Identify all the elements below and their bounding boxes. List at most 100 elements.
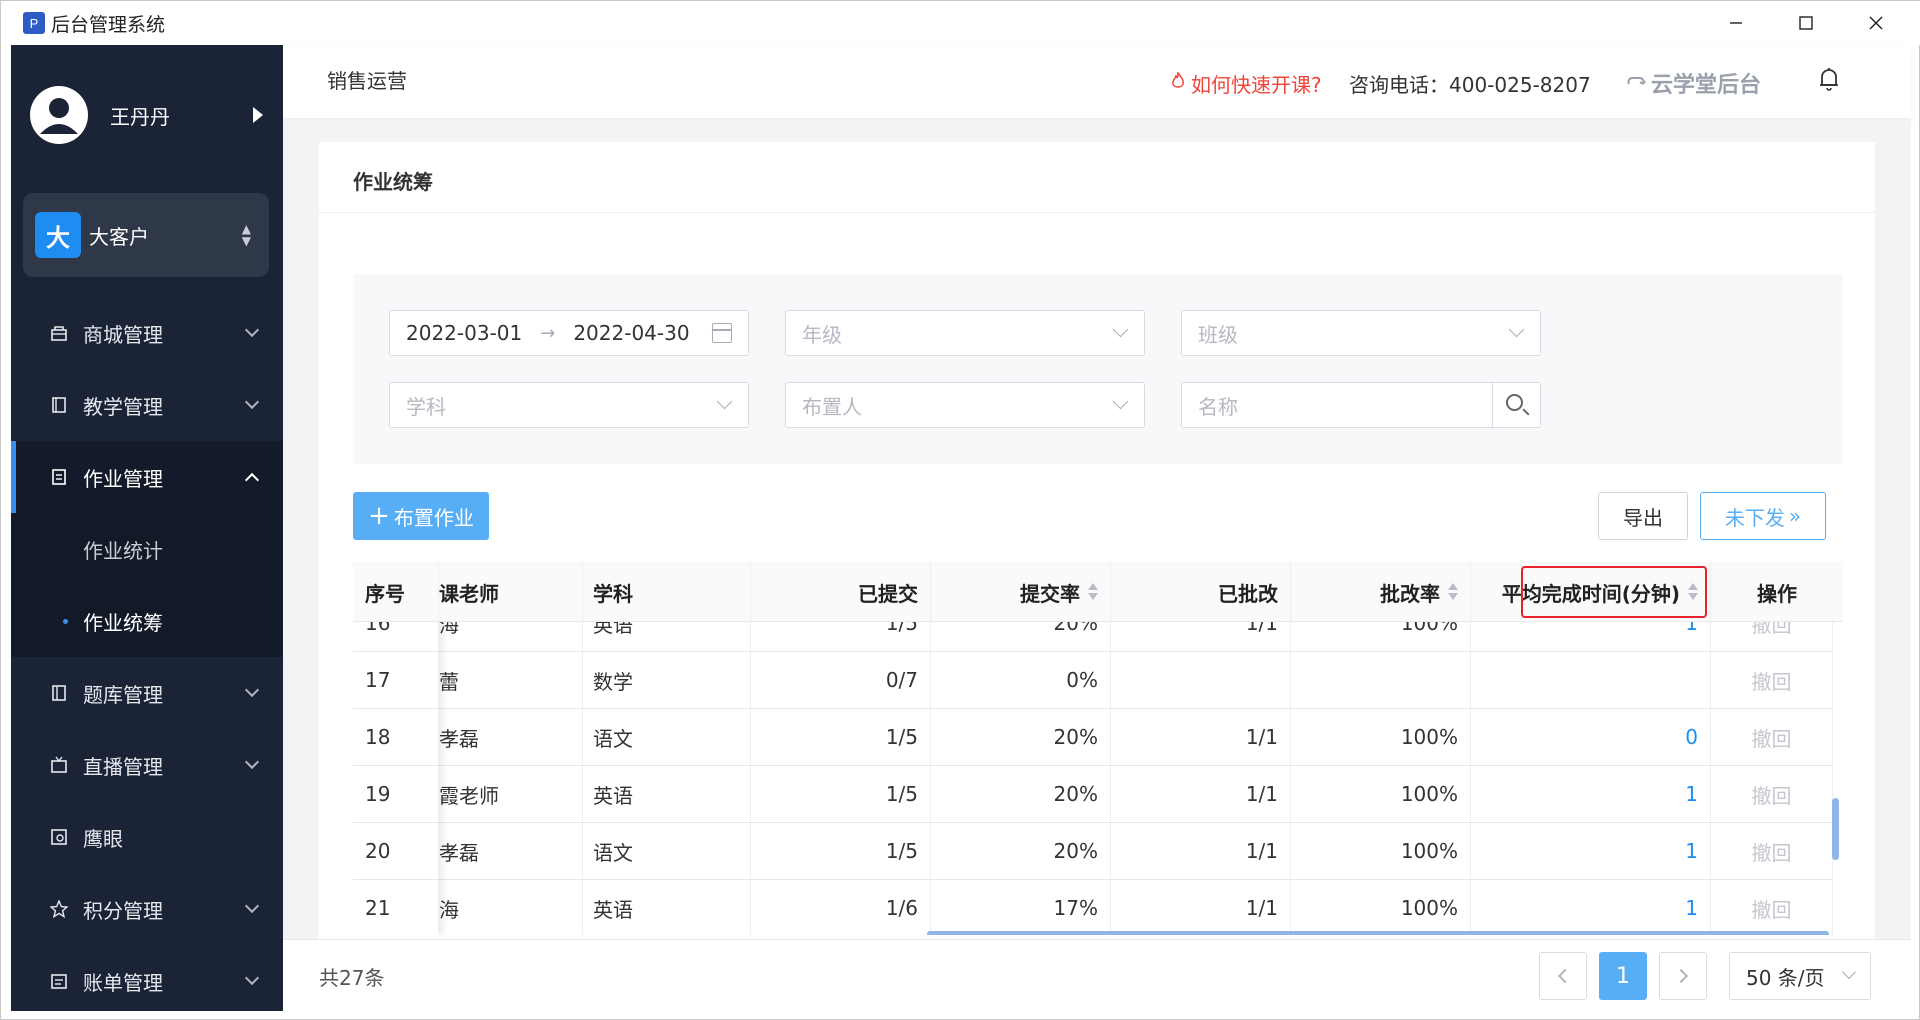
sidebar-item-shop[interactable]: 商城管理	[11, 297, 283, 369]
homework-icon	[49, 467, 69, 487]
sidebar-item-label: 直播管理	[83, 754, 163, 779]
avatar	[30, 86, 88, 144]
cell-op[interactable]: 撤回	[1711, 651, 1833, 709]
chevron-down-icon	[716, 393, 733, 410]
cloud-loop-icon	[1625, 71, 1647, 95]
maximize-button[interactable]	[1771, 1, 1841, 45]
caret-right-icon[interactable]	[253, 107, 263, 123]
help-link[interactable]: 如何快速开课?	[1171, 69, 1322, 98]
plus-icon: +	[368, 501, 390, 531]
cell-no: 21	[353, 879, 439, 935]
cell-graded: 1/1	[1111, 822, 1291, 880]
name-search-input[interactable]: 名称	[1181, 382, 1493, 428]
title-bar: P 后台管理系统	[1, 1, 1920, 45]
assign-homework-button[interactable]: + 布置作业	[353, 492, 489, 540]
cell-graded: 1/1	[1111, 708, 1291, 766]
sidebar-subitem-homework-stats[interactable]: 作业统计	[11, 513, 283, 585]
calendar-icon	[712, 323, 732, 343]
sidebar-item-question-bank[interactable]: 题库管理	[11, 657, 283, 729]
cell-subject: 语文	[583, 822, 751, 880]
date-range-picker[interactable]: 2022-03-01 → 2022-04-30	[389, 310, 749, 356]
cell-op[interactable]: 撤回	[1711, 765, 1833, 823]
sidebar-subitem-homework-plan[interactable]: 作业统筹	[11, 585, 283, 657]
divider	[319, 212, 1875, 213]
app-icon: P	[23, 12, 45, 34]
sidebar-item-eagle-eye[interactable]: 鹰眼	[11, 801, 283, 873]
search-button[interactable]	[1493, 382, 1541, 428]
col-header-graded: 已批改	[1111, 562, 1291, 622]
sidebar-item-label: 积分管理	[83, 898, 163, 923]
book-icon	[49, 395, 69, 415]
sidebar-item-bill[interactable]: 账单管理	[11, 945, 283, 1011]
cell-avg-time[interactable]: 1	[1471, 765, 1711, 823]
consult-phone: 咨询电话：400-025-8207	[1349, 73, 1591, 97]
assign-homework-label: 布置作业	[393, 505, 474, 530]
cell-grade-rate: 100%	[1291, 765, 1471, 823]
cell-op[interactable]: 撤回	[1711, 879, 1833, 935]
vertical-scrollbar[interactable]	[1832, 798, 1839, 860]
page-number-current[interactable]: 1	[1599, 952, 1647, 1000]
grade-placeholder: 年级	[802, 322, 842, 347]
eagle-eye-icon	[49, 827, 69, 847]
sidebar-item-label: 作业管理	[83, 466, 163, 491]
cell-rate: 17%	[931, 879, 1111, 935]
table-row: 20 孝磊 语文 1/5 20% 1/1 100% 1 撤回	[353, 822, 1833, 880]
grade-select[interactable]: 年级	[785, 310, 1145, 356]
export-button[interactable]: 导出	[1598, 492, 1688, 540]
bill-icon	[49, 971, 69, 991]
next-page-button[interactable]	[1659, 952, 1707, 1000]
cell-grade-rate: 100%	[1291, 879, 1471, 935]
star-icon	[49, 899, 69, 919]
sidebar-item-homework[interactable]: 作业管理	[11, 441, 283, 513]
col-header-grade-rate[interactable]: 批改率	[1291, 562, 1471, 622]
sidebar-item-teaching[interactable]: 教学管理	[11, 369, 283, 441]
cell-rate: 0%	[931, 651, 1111, 709]
user-profile[interactable]: 王丹丹	[11, 45, 283, 185]
minimize-button[interactable]	[1701, 1, 1771, 45]
horizontal-scrollbar[interactable]	[927, 931, 1829, 935]
user-name: 王丹丹	[110, 104, 170, 129]
sidebar-nav: 商城管理 教学管理 作业管理 作业统计 作业统筹 题库管理 直播管理 鹰眼 积分…	[11, 297, 283, 1011]
sort-icon[interactable]	[1448, 583, 1458, 601]
cell-submitted: 1/5	[751, 765, 931, 823]
subject-placeholder: 学科	[406, 394, 446, 419]
fire-icon	[1171, 70, 1185, 95]
sidebar-item-live[interactable]: 直播管理	[11, 729, 283, 801]
cell-op[interactable]: 撤回	[1711, 708, 1833, 766]
close-button[interactable]	[1841, 1, 1911, 45]
date-start: 2022-03-01	[406, 321, 523, 345]
cell-avg-time[interactable]	[1471, 651, 1711, 709]
prev-page-button[interactable]	[1539, 952, 1587, 1000]
page-title: 作业统筹	[353, 170, 433, 194]
chevron-right-icon	[1673, 968, 1689, 984]
sidebar-item-points[interactable]: 积分管理	[11, 873, 283, 945]
sidebar-item-label: 商城管理	[83, 322, 163, 347]
not-sent-button[interactable]: 未下发 »	[1700, 492, 1826, 540]
cell-avg-time[interactable]: 0	[1471, 708, 1711, 766]
live-icon	[49, 755, 69, 775]
col-header-submit-rate[interactable]: 提交率	[931, 562, 1111, 622]
page-size-select[interactable]: 50 条/页	[1729, 952, 1871, 1000]
chevron-down-icon	[244, 970, 260, 986]
cell-op[interactable]: 撤回	[1711, 822, 1833, 880]
chevron-up-icon	[244, 472, 260, 488]
col-header-operation: 操作	[1757, 581, 1797, 606]
page-size-value: 50 条/页	[1746, 965, 1825, 990]
org-switcher[interactable]: 大 大客户 ▲ ▼	[23, 193, 269, 277]
notification-button[interactable]	[1817, 65, 1841, 95]
col-header-submit-rate-label: 提交率	[1020, 581, 1080, 606]
table-row: 19 霞老师 英语 1/5 20% 1/1 100% 1 撤回	[353, 765, 1833, 823]
cell-graded: 1/1	[1111, 879, 1291, 935]
cell-submitted: 0/7	[751, 651, 931, 709]
question-bank-icon	[49, 683, 69, 703]
chevron-down-icon	[1112, 393, 1129, 410]
cell-avg-time[interactable]: 1	[1471, 879, 1711, 935]
subject-select[interactable]: 学科	[389, 382, 749, 428]
cell-subject: 语文	[583, 708, 751, 766]
assigner-select[interactable]: 布置人	[785, 382, 1145, 428]
name-placeholder: 名称	[1198, 394, 1238, 419]
class-select[interactable]: 班级	[1181, 310, 1541, 356]
sort-icon[interactable]	[1088, 583, 1098, 601]
chevron-down-icon	[244, 898, 260, 914]
cell-avg-time[interactable]: 1	[1471, 822, 1711, 880]
